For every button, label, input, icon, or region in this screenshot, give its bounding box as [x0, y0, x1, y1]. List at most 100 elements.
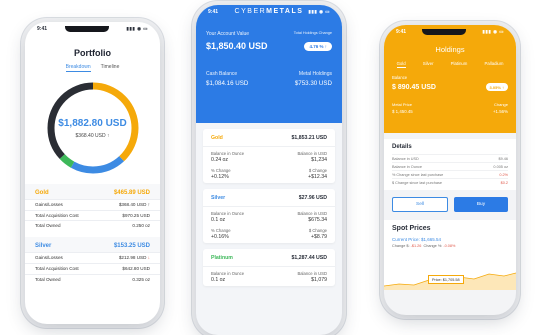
detail-label: $ Change since last purchase [392, 180, 443, 185]
detail-label: % Change since last purchase [392, 172, 444, 177]
row-value-text: $368.40 USD [118, 202, 147, 207]
status-bar: 9:41 ▮▮▮ ◉ ▭ [25, 22, 160, 36]
value-balance-usd: $675.34 [308, 217, 327, 223]
phone-notch [64, 26, 109, 32]
value-balance-ounce: 0.24 oz [211, 157, 229, 163]
donut-center: $1,882.80 USD $368.40 USD ↑ [43, 78, 143, 178]
label-usd-change: $ Change [308, 168, 327, 173]
change-pct-value: -0.08% [443, 244, 456, 248]
change-usd-value: -$1.26 [410, 244, 422, 248]
card-metal-name: Silver [211, 195, 226, 201]
row-label: Gains/Losses [35, 255, 63, 261]
gain-value: $368.40 USD [75, 132, 106, 139]
change-badge: 4.76 % ↑ [304, 42, 332, 51]
account-header: 9:41 ▮▮▮ ◉ ▭ CYBERMETALS Your Account Va… [196, 5, 342, 123]
row-label: Total Acquisition Cost [35, 212, 79, 218]
account-label: Your Account Value [206, 31, 250, 37]
label-balance-usd: Balance in USD [297, 151, 327, 156]
tab-gold[interactable]: Gold [396, 61, 406, 68]
label-balance-ounce: Balance in Ounce [211, 271, 245, 276]
spot-current-price: Current Price: $1,665.54 [392, 237, 442, 242]
portfolio-total: $1,882.80 USD [58, 117, 127, 129]
portfolio-donut-chart: $1,882.80 USD $368.40 USD ↑ [43, 78, 143, 178]
balance-change-badge: 3.05% ↑ [485, 83, 508, 91]
account-value: $1,850.40 USD [206, 41, 268, 51]
value-usd-change: +$8.79 [310, 234, 327, 240]
card-labels: Balance in Ounce Balance in USD [203, 267, 335, 276]
value-pct-change: +0.16% [211, 234, 229, 240]
card-total: $27.96 USD [298, 195, 327, 201]
metal-card-silver[interactable]: Silver $27.96 USD Balance in Ounce Balance… [203, 189, 335, 243]
metal-price-value: $ 1,450.45 [392, 109, 413, 114]
metal-price-labels: Metal Price Change [384, 91, 516, 107]
row-value: 0.325 oz [132, 276, 150, 282]
signal-battery-icon: ▮▮▮ ◉ ▭ [482, 29, 504, 34]
row-label: Total Acquisition Cost [35, 265, 79, 271]
arrow-up-icon: ↑ [106, 132, 110, 139]
details-panel: Details Balance in USD $9.46 Balance in O… [384, 139, 516, 190]
metal-card-platinum[interactable]: Platinum $1,287.44 USD Balance in Ounce Ba… [203, 249, 335, 286]
gold-summary[interactable]: Gold $465.89 USD Gains/Losses $368.40 USD… [25, 184, 160, 232]
balances-block: Cash Balance $1,084.16 USD Metal Holding… [196, 53, 342, 87]
card-values: 0.24 oz $1,234 [203, 156, 335, 163]
metal-holdings-label: Metal Holdings [298, 71, 332, 77]
row-label: Gains/Losses [35, 202, 63, 207]
page-title: Portfolio [74, 48, 111, 58]
row-value-text: $212.98 USD [118, 255, 147, 261]
portfolio-gain: $368.40 USD ↑ [76, 133, 110, 139]
metal-price-values: $ 1,450.45 +1.56% [384, 107, 516, 114]
tab-silver[interactable]: Silver [423, 61, 434, 68]
row-value: $212.98 USD ↓ [119, 255, 150, 261]
dashboard-phone: 9:41 ▮▮▮ ◉ ▭ CYBERMETALS Your Account Va… [196, 5, 342, 335]
tab-breakdown[interactable]: Breakdown [65, 64, 91, 72]
label-pct-change: % Change [211, 228, 231, 233]
spot-change: Change $: -$1.26 Change %: -0.08% [392, 244, 508, 248]
tab-platinum[interactable]: Platinum [451, 61, 468, 68]
label-balance-ounce: Balance in Ounce [211, 151, 245, 156]
silver-summary[interactable]: Silver $153.25 USD Gains/Losses $212.98 U… [25, 237, 160, 285]
card-values: +0.16% +$8.79 [203, 233, 335, 240]
arrow-up-icon: ↑ [147, 202, 150, 207]
balance-value: $ 890.45 USD [392, 83, 436, 91]
value-pct-change: +0.12% [211, 174, 229, 180]
price-tooltip: Price: $1,705.58 [428, 275, 464, 284]
spot-title: Spot Prices [392, 225, 431, 232]
detail-label: Balance in Ounce [392, 164, 422, 169]
metal-tabs: Gold Silver Platinum Palladium [384, 54, 516, 68]
tab-palladium[interactable]: Palladium [485, 61, 504, 68]
holdings-header: 9:41 ▮▮▮ ◉ ▭ Holdings Gold Silver Platin… [384, 25, 516, 133]
status-time: 9:41 [208, 9, 219, 15]
sell-button[interactable]: Sell [392, 197, 448, 212]
detail-value: 0.005 oz [493, 164, 508, 169]
account-value-block: Your Account Value $1,850.40 USD Total H… [196, 15, 342, 53]
silver-row: Total Acquisition Cost $642.80 USD [25, 262, 160, 274]
label-pct-change: % Change [211, 168, 231, 173]
page-title: Holdings [435, 45, 465, 54]
change-label: Total Holdings Change [293, 31, 332, 35]
tab-timeline[interactable]: Timeline [101, 64, 120, 72]
label-balance-usd: Balance in USD [297, 271, 327, 276]
card-header: Platinum $1,287.44 USD [203, 249, 335, 267]
buy-button[interactable]: Buy [454, 197, 508, 212]
value-usd-change: +$12.34 [308, 174, 327, 180]
phone-notch [422, 29, 467, 35]
holdings-phone: 9:41 ▮▮▮ ◉ ▭ Holdings Gold Silver Platin… [384, 25, 516, 315]
gold-header: Gold $465.89 USD [25, 184, 160, 199]
detail-row: % Change since last purchase 0.2% [392, 170, 508, 178]
card-total: $1,853.21 USD [291, 135, 327, 141]
change-label: Change [493, 102, 508, 107]
cash-label: Cash Balance [206, 71, 238, 77]
detail-label: Balance in USD [392, 156, 419, 161]
metal-card-gold[interactable]: Gold $1,853.21 USD Balance in Ounce Balanc… [203, 129, 335, 183]
card-header: Gold $1,853.21 USD [203, 129, 335, 147]
balance-label: Balance [392, 75, 408, 80]
card-metal-name: Platinum [211, 255, 233, 261]
detail-value: 0.2% [499, 172, 508, 177]
logo-part-a: CYBER [234, 8, 267, 15]
silver-row: Gains/Losses $212.98 USD ↓ [25, 252, 160, 263]
cash-value: $1,084.16 USD [206, 80, 249, 87]
details-title: Details [392, 144, 412, 150]
value-balance-usd: $1,234 [311, 157, 327, 163]
card-labels: Balance in Ounce Balance in USD [203, 207, 335, 216]
card-values: +0.12% +$12.34 [203, 173, 335, 180]
